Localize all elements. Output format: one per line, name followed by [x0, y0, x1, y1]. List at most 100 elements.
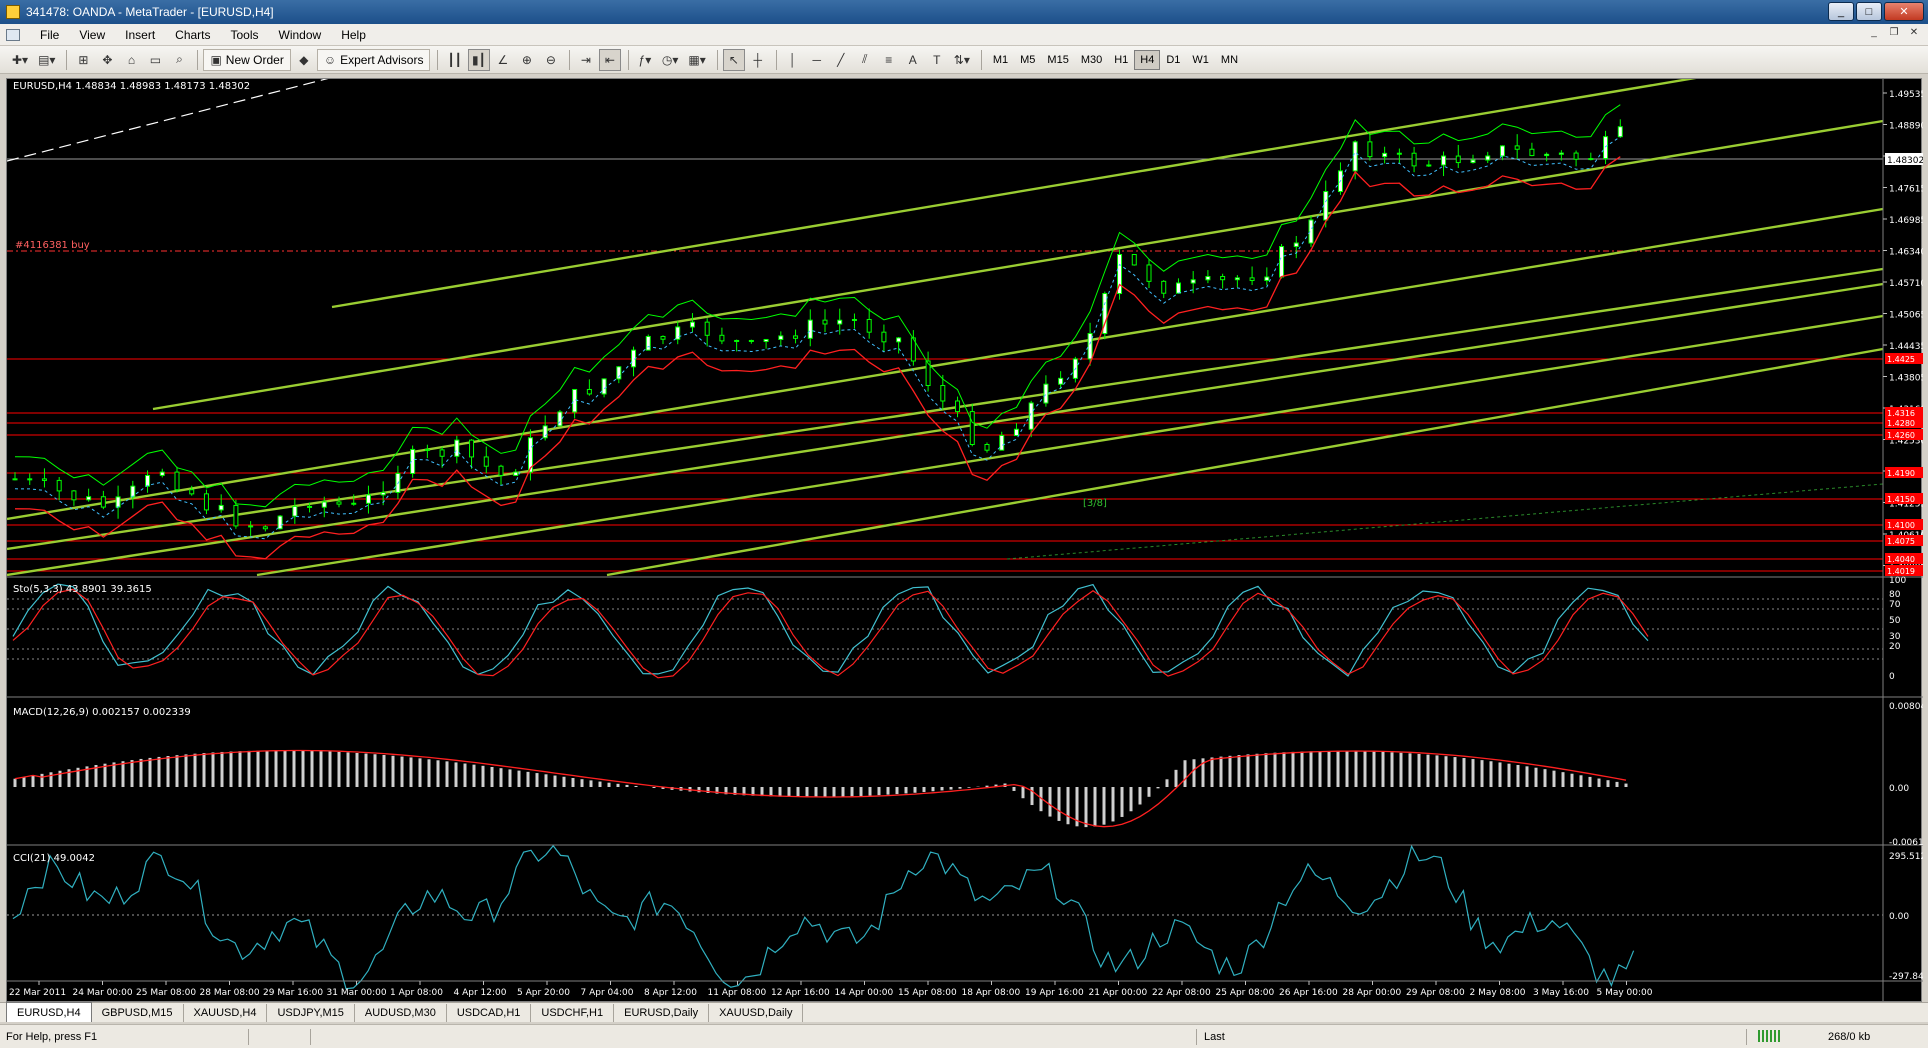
navigator-icon[interactable]: ⌂: [120, 49, 142, 71]
fib-label: [3/8]: [1083, 498, 1107, 509]
candle-body: [1087, 333, 1093, 360]
level-price-label: 1.4316: [1887, 409, 1915, 418]
chart-window[interactable]: 1.49535 1.48890 1.48302 1.47615 1.46985 1.463…: [6, 78, 1923, 1003]
candle-body: [1220, 276, 1226, 281]
timeframe-d1[interactable]: D1: [1160, 50, 1186, 70]
candle-body: [689, 321, 695, 328]
tab-eurusd-daily[interactable]: EURUSD,Daily: [614, 1004, 710, 1022]
line-chart-icon[interactable]: ∠: [492, 49, 514, 71]
vertical-line-icon[interactable]: │: [782, 49, 804, 71]
menu-file[interactable]: File: [30, 26, 69, 44]
expert-advisors-button[interactable]: ☺ Expert Advisors: [316, 48, 431, 71]
menu-window[interactable]: Window: [269, 26, 332, 44]
candle-body: [881, 331, 887, 343]
channel-line: [152, 119, 1884, 411]
indicators-icon[interactable]: ƒ▾: [634, 49, 656, 71]
menu-charts[interactable]: Charts: [165, 26, 220, 44]
candle-body: [763, 338, 769, 342]
time-tick-label: 12 Apr 16:00: [771, 988, 830, 998]
mdi-restore-button[interactable]: ❐: [1886, 27, 1902, 41]
tab-xauusd-daily[interactable]: XAUUSD,Daily: [709, 1004, 804, 1022]
terminal-icon[interactable]: ▭: [144, 49, 166, 71]
zoom-in-icon[interactable]: ⊕: [516, 49, 538, 71]
timeframe-h4[interactable]: H4: [1134, 49, 1161, 70]
maximize-button[interactable]: □: [1856, 2, 1882, 21]
close-button[interactable]: ✕: [1884, 2, 1924, 21]
equidistant-channel-icon[interactable]: ⫽: [854, 49, 876, 71]
chart-shift-icon[interactable]: ⇤: [598, 48, 621, 71]
timeframe-h1[interactable]: H1: [1108, 50, 1134, 70]
time-tick-label: 11 Apr 08:00: [708, 988, 767, 998]
text-label-icon[interactable]: T: [926, 49, 948, 71]
candle-body: [1190, 279, 1196, 284]
candle-body: [1146, 264, 1152, 282]
new-order-button[interactable]: ▣ New Order: [203, 48, 291, 71]
zoom-out-icon[interactable]: ⊖: [540, 49, 562, 71]
menu-insert[interactable]: Insert: [115, 26, 165, 44]
candle-body: [41, 478, 47, 481]
mdi-close-button[interactable]: ✕: [1906, 27, 1922, 41]
timeframe-mn[interactable]: MN: [1215, 50, 1244, 70]
mdi-controls: _ ❐ ✕: [1866, 27, 1922, 41]
candle-body: [984, 443, 990, 451]
cci-tick-label: 0.00: [1889, 912, 1909, 922]
trendline-icon[interactable]: ╱: [830, 49, 852, 71]
auto-scroll-icon[interactable]: ⇥: [575, 49, 597, 71]
level-price-label: 1.4100: [1887, 521, 1915, 530]
new-chart-icon[interactable]: ✚▾: [8, 49, 32, 71]
minimize-button[interactable]: _: [1828, 2, 1854, 21]
tab-gbpusd-m15[interactable]: GBPUSD,M15: [92, 1004, 184, 1022]
profiles-icon[interactable]: ▤▾: [34, 49, 59, 71]
toolbar-separator: [66, 49, 68, 70]
toolbar-separator: [568, 49, 570, 70]
bar-chart-icon[interactable]: ┃┃: [443, 49, 465, 71]
candle-body: [262, 526, 268, 530]
timeframe-m15[interactable]: M15: [1041, 50, 1074, 70]
timeframe-w1[interactable]: W1: [1186, 50, 1215, 70]
cci-pane[interactable]: [7, 844, 1883, 990]
tab-xauusd-h4[interactable]: XAUUSD,H4: [184, 1004, 268, 1022]
candle-body: [793, 335, 799, 339]
candle-body: [572, 388, 578, 413]
strategy-tester-icon[interactable]: ⌕: [168, 49, 190, 71]
macd-pane[interactable]: [13, 749, 1628, 828]
timeframe-m30[interactable]: M30: [1075, 50, 1108, 70]
fibonacci-icon[interactable]: ≡: [878, 49, 900, 71]
periods-icon[interactable]: ◷▾: [658, 49, 683, 71]
stochastic-tick-label: 100: [1889, 576, 1906, 586]
tab-usdchf-h1[interactable]: USDCHF,H1: [531, 1004, 615, 1022]
time-tick-label: 22 Mar 2011: [9, 988, 66, 998]
chart-canvas[interactable]: 1.49535 1.48890 1.48302 1.47615 1.46985 1.463…: [7, 79, 1923, 1003]
menu-view[interactable]: View: [69, 26, 115, 44]
tab-usdcad-h1[interactable]: USDCAD,H1: [447, 1004, 532, 1022]
menu-help[interactable]: Help: [331, 26, 376, 44]
tab-eurusd-h4[interactable]: EURUSD,H4: [6, 1002, 92, 1022]
cursor-icon[interactable]: ↖: [722, 48, 745, 71]
menu-tools[interactable]: Tools: [221, 26, 269, 44]
arrows-icon[interactable]: ⇅▾: [950, 49, 974, 71]
metaeditor-icon[interactable]: ◆: [293, 49, 315, 71]
stochastic-label: Sto(5,3,3) 43.8901 39.3615: [13, 584, 152, 595]
crosshair-icon[interactable]: ┼: [747, 49, 769, 71]
chart-window-icon[interactable]: [6, 28, 20, 41]
timeframe-m5[interactable]: M5: [1014, 50, 1041, 70]
price-pane[interactable]: [7, 79, 1884, 577]
text-icon[interactable]: A: [902, 49, 924, 71]
candlesticks-icon[interactable]: ▮┃: [467, 48, 490, 71]
stochastic-pane[interactable]: [7, 583, 1883, 679]
candle-body: [822, 319, 828, 325]
mdi-minimize-button[interactable]: _: [1866, 27, 1882, 41]
stochastic-tick-label: 30: [1889, 632, 1901, 642]
channel-line: [331, 79, 1697, 309]
market-watch-icon[interactable]: ⊞: [72, 49, 94, 71]
candle-body: [483, 456, 489, 467]
tab-usdjpy-m15[interactable]: USDJPY,M15: [267, 1004, 355, 1022]
price-tick-label: 1.48890: [1889, 122, 1923, 132]
timeframe-m1[interactable]: M1: [987, 50, 1014, 70]
tab-audusd-m30[interactable]: AUDUSD,M30: [355, 1004, 447, 1022]
templates-icon[interactable]: ▦▾: [684, 49, 709, 71]
horizontal-line-icon[interactable]: ─: [806, 49, 828, 71]
data-window-icon[interactable]: ✥: [96, 49, 118, 71]
window-title: 341478: OANDA - MetaTrader - [EURUSD,H4]: [26, 5, 274, 19]
price-tick-label: 1.44435: [1889, 342, 1923, 352]
